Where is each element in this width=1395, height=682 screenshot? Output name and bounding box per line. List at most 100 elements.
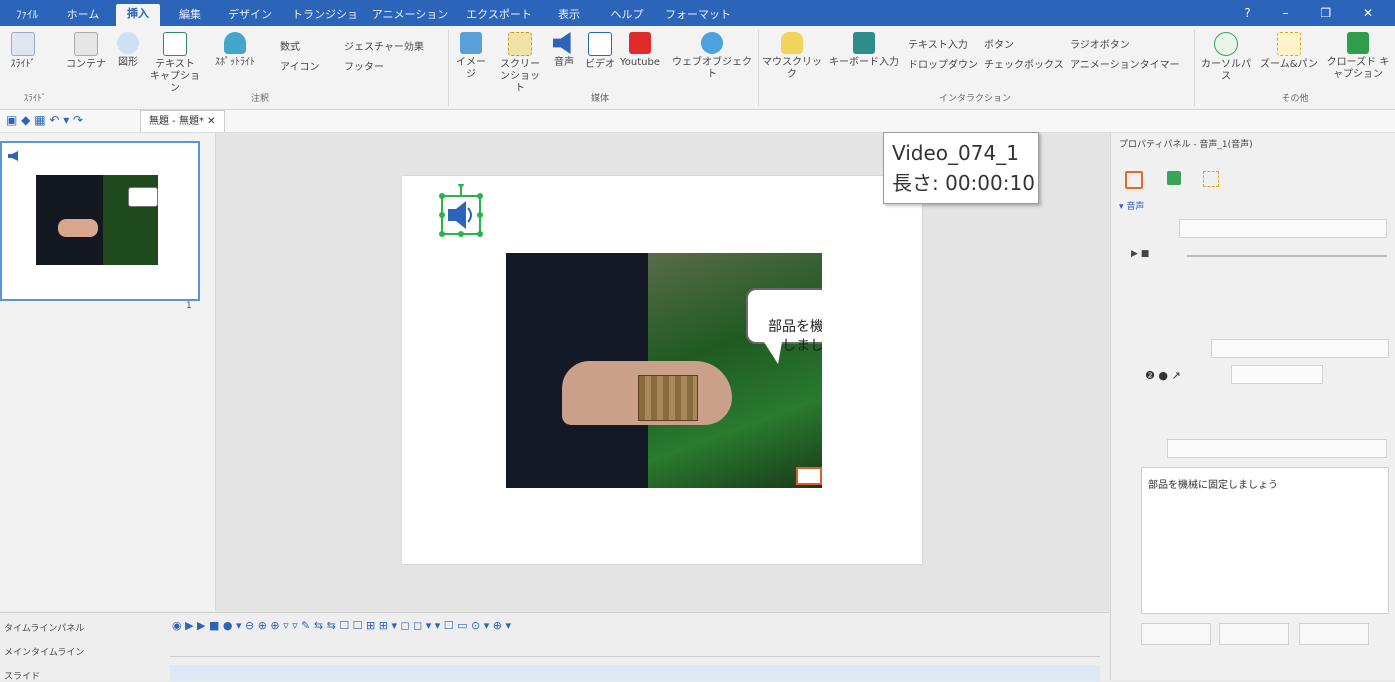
props-button-1[interactable] [1141,623,1211,645]
dropdown-item[interactable]: ドロップダウン [908,56,978,71]
image-button[interactable]: イメージ [452,32,490,81]
quick-icons[interactable]: ▣ ◆ ▦ ↶ ▾ ↷ [6,113,83,127]
mouse-click-button[interactable]: マウスクリック [760,32,824,81]
timeline-row-label: スライド [4,672,41,682]
keyboard-input-button[interactable]: キーボード入力 [826,32,902,69]
group-other-label: その他 [1281,94,1309,104]
shape-icon [117,32,139,54]
image-icon [460,32,482,54]
ribbon-tab-bar: ﾌｧｲﾙ ホーム 挿入 編集 デザイン トランジション アニメーション エクスポ… [0,0,1395,40]
youtube-icon [629,32,651,54]
voice-field[interactable] [1231,365,1323,384]
audio-object[interactable] [438,184,484,242]
audio-button[interactable]: 音声 [548,32,580,69]
slide-number: 1 [186,301,192,311]
text-caption-icon [163,32,187,56]
spotlight-button[interactable]: ｽﾎﾟｯﾄﾗｲﾄ [205,32,265,69]
props-button-2[interactable] [1219,623,1289,645]
screenshot-icon [508,32,532,56]
engine-select[interactable] [1167,439,1387,458]
tab-edit[interactable]: 編集 [170,5,210,24]
web-object-button[interactable]: ウェブオブジェクト [670,32,754,81]
formula-item[interactable]: 数式 [280,38,300,53]
timeline-track[interactable] [170,665,1100,681]
tab-file[interactable]: ﾌｧｲﾙ [2,5,52,24]
slide-thumbnail[interactable] [0,141,200,301]
properties-panel: プロパティパネル - 音声_1(音声) ▾ 音声 ▶ ■ ❷ ● ↗ 部品を機械… [1110,133,1395,680]
video-object[interactable]: 部品を機械に固定 しましょう！ [506,253,822,488]
callout-bubble[interactable]: 部品を機械に固定 しましょう！ [746,288,822,354]
footer-item[interactable]: フッター [344,58,384,73]
voice-controls[interactable]: ❷ ● ↗ [1145,369,1181,382]
audio-name-field[interactable] [1179,219,1387,238]
closed-caption-button[interactable]: クローズド キャプション [1326,32,1390,81]
timeline-toolbar[interactable]: ◉ ▶ ▶ ■ ● ▾ ⊖ ⊕ ⊕ ▿ ▿ ✎ ⇆ ⇆ ☐ ☐ ⊞ ⊞ ▾ ◻ … [172,619,511,632]
mini-bubble [128,187,158,207]
zoom-pan-button[interactable]: ズーム&パン [1258,32,1320,71]
speech-text-area[interactable]: 部品を機械に固定しましょう [1141,467,1389,614]
container-icon [74,32,98,56]
cursor-path-icon [1214,32,1238,56]
separator [448,30,449,106]
timeline-title: タイムラインパネル [4,624,85,634]
video-icon [588,32,612,56]
hand-shape [58,219,98,237]
video-button[interactable]: ビデオ [584,32,616,71]
keyboard-icon [853,32,875,54]
button-item[interactable]: ボタン [984,36,1014,51]
video-marker [796,467,822,485]
timeline-ruler[interactable] [170,640,1100,657]
group-media-label: 媒体 [590,94,609,104]
tab-transitions[interactable]: トランジション [287,5,363,40]
screenshot-button[interactable]: スクリーンショット [496,32,544,95]
document-tab[interactable]: 無題 - 無題* ✕ [140,110,225,132]
checkbox-item[interactable]: チェックボックス [984,56,1064,71]
cursor-path-button[interactable]: カーソルパス [1198,32,1254,83]
tab-format[interactable]: フォーマット [662,5,734,24]
effect-tab-icon[interactable] [1203,171,1219,187]
part-board [638,375,698,421]
video-tooltip: Video_074_1 長さ: 00:00:10 [883,132,1039,204]
cc-icon [1347,32,1369,54]
youtube-button[interactable]: Youtube [620,32,660,69]
tab-insert[interactable]: 挿入 [116,4,160,26]
radio-button-item[interactable]: ラジオボタン [1070,36,1130,51]
timeline-panel: タイムラインパネル メインタイムライン スライド ◉ ▶ ▶ ■ ● ▾ ⊖ ⊕… [0,612,1109,682]
tab-design[interactable]: デザイン [222,5,278,24]
container-button[interactable]: コンテナ [66,32,106,71]
thumbnail-image [36,175,158,265]
tab-export[interactable]: エクスポート [458,5,540,24]
speaker-icon [8,151,18,161]
group-annotation-label: 注釈 [250,94,269,104]
icon-item[interactable]: アイコン [280,58,320,73]
globe-icon [701,32,723,54]
slide-icon [11,32,35,56]
tab-view[interactable]: 表示 [549,5,589,24]
text-caption-button[interactable]: テキスト キャプション [150,32,200,95]
ribbon: ｽﾗｲﾄﾞ コンテナ 図形 テキスト キャプション ｽﾎﾟｯﾄﾗｲﾄ 数式 ジェ… [0,26,1395,110]
bubble-tail [764,342,782,364]
audio-section-label: ▾ 音声 [1119,202,1145,212]
group-interaction-label: インタラクション [938,94,1011,104]
props-button-3[interactable] [1299,623,1369,645]
window-controls[interactable]: ? – ❐ ✕ [1244,6,1387,20]
text-input-item[interactable]: テキスト入力 [908,36,968,51]
play-controls[interactable]: ▶ ■ [1131,249,1149,259]
tab-animations[interactable]: アニメーション [370,5,450,24]
tab-home[interactable]: ホーム [58,5,108,24]
properties-title: プロパティパネル - 音声_1(音声) [1119,140,1253,150]
slide-button[interactable]: ｽﾗｲﾄﾞ [2,32,44,71]
animation-timer-item[interactable]: アニメーションタイマー [1070,56,1180,71]
voice-select[interactable] [1211,339,1389,358]
gesture-item[interactable]: ジェスチャー効果 [344,38,424,53]
shape-button[interactable]: 図形 [110,32,146,69]
spotlight-icon [224,32,246,54]
audio-scrubber[interactable] [1187,255,1387,257]
editing-canvas: 部品を機械に固定 しましょう！ Video_074_1 長さ: 00:00:10 [216,132,1109,611]
main-timeline-select[interactable]: メインタイムライン [4,645,84,658]
size-tab-icon[interactable] [1167,171,1181,185]
slide[interactable]: 部品を機械に固定 しましょう！ [402,176,922,564]
tab-help[interactable]: ヘルプ [603,5,651,24]
style-tab-icon[interactable] [1125,171,1143,189]
speaker-icon [553,32,571,54]
